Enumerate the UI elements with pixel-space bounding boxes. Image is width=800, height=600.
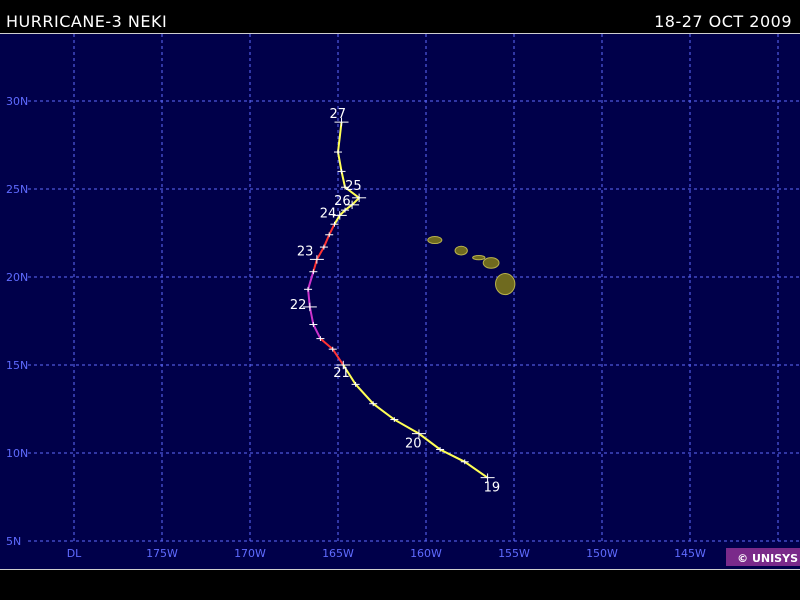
lat-label: 30N xyxy=(6,95,28,108)
track-day-label: 19 xyxy=(484,481,501,496)
lon-label: 160W xyxy=(410,547,442,560)
track-day-label: 25 xyxy=(345,179,362,194)
island-shape xyxy=(472,255,486,261)
island-shape xyxy=(495,272,516,296)
track-day-label: 26 xyxy=(334,194,351,209)
track-day-label: 22 xyxy=(290,298,307,313)
lon-label: 150W xyxy=(586,547,618,560)
lon-label: 155W xyxy=(498,547,530,560)
track-segment xyxy=(342,364,489,479)
island-shape xyxy=(482,257,500,269)
track-day-label: 27 xyxy=(330,107,347,122)
lat-label: 20N xyxy=(6,271,28,284)
lon-label: DL xyxy=(67,547,82,560)
storm-title: HURRICANE-3 NEKI xyxy=(6,12,168,31)
lon-label: 175W xyxy=(146,547,178,560)
lat-label: 25N xyxy=(6,183,28,196)
track-day-label: 21 xyxy=(333,366,350,381)
track-segment xyxy=(307,289,322,340)
date-range: 18-27 OCT 2009 xyxy=(654,12,792,31)
track-segment xyxy=(319,337,345,366)
track-map: 30N 25N 20N 15N 10N 5N DL 175W 170W 165W 160W 155W 1… xyxy=(6,34,800,560)
lat-label: 5N xyxy=(6,535,21,548)
island-shape xyxy=(454,245,468,256)
lat-label: 10N xyxy=(6,447,28,460)
lon-label: 165W xyxy=(322,547,354,560)
lon-label: 170W xyxy=(234,547,266,560)
track-day-label: 20 xyxy=(405,437,422,452)
island-shape xyxy=(427,236,443,245)
map-panel: 30N 25N 20N 15N 10N 5N DL 175W 170W 165W 160W 155W 1… xyxy=(0,33,800,570)
lat-label: 15N xyxy=(6,359,28,372)
copyright-label: © UNISYS xyxy=(737,552,798,565)
track-segment xyxy=(307,271,315,290)
lon-label: 145W xyxy=(674,547,706,560)
track-day-label: 23 xyxy=(297,244,314,259)
